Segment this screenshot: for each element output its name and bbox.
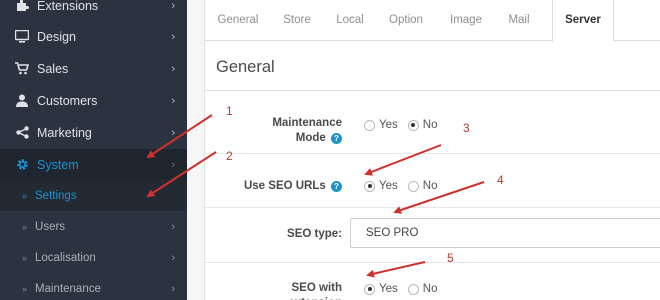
settings-panel: General Store Local Option Image Mail Se… [204, 0, 660, 300]
annotation-number-5: 5 [447, 251, 454, 265]
seo-urls-yes-option[interactable]: Yes [364, 180, 398, 192]
maintenance-yes-option[interactable]: Yes [364, 119, 398, 131]
sidebar-item-extensions[interactable]: Extensions › [0, 0, 187, 21]
row-divider [205, 153, 660, 154]
annotation-number-3: 3 [463, 121, 470, 135]
label-line: SEO with [291, 282, 342, 294]
chevron-right-icon: › [171, 251, 175, 264]
label-line: Maintenance [272, 117, 342, 129]
tab-general[interactable]: General [213, 0, 263, 41]
sidebar-item-label: Design [37, 29, 76, 44]
annotation-number-1: 1 [226, 104, 233, 118]
radio-label: Yes [379, 180, 398, 192]
seo-urls-no-option[interactable]: No [407, 180, 438, 192]
sidebar-item-label: Marketing [37, 125, 92, 140]
seo-with-no-option[interactable]: No [407, 283, 438, 295]
sidebar-subitem-users[interactable]: » Users › [0, 211, 187, 242]
row-divider [205, 207, 660, 208]
double-chevron-icon: » [22, 283, 28, 294]
puzzle-icon [13, 0, 31, 12]
sidebar-subitem-settings[interactable]: » Settings [0, 180, 187, 211]
label-text: Use SEO URLs [243, 180, 326, 192]
gear-icon [13, 158, 31, 171]
user-icon [13, 94, 31, 107]
chevron-right-icon: › [171, 62, 175, 75]
radio-label: Yes [379, 119, 398, 131]
radio-button[interactable] [364, 283, 375, 295]
radio-button[interactable] [407, 180, 419, 192]
row-divider [205, 262, 660, 263]
tab-mail[interactable]: Mail [500, 0, 538, 41]
sidebar: Extensions › Design › Sales › Customers … [0, 0, 187, 300]
seo-with-extension-label: SEO with extension [225, 281, 342, 300]
radio-label: No [422, 180, 438, 192]
annotation-number-4: 4 [497, 173, 504, 187]
sidebar-item-label: Customers [37, 93, 98, 108]
sidebar-subitem-maintenance[interactable]: » Maintenance › [0, 273, 187, 300]
seo-type-select[interactable]: SEO PRO [350, 218, 660, 248]
radio-button[interactable] [364, 180, 375, 192]
chevron-right-icon: › [171, 0, 175, 12]
tab-option[interactable]: Option [381, 0, 431, 41]
chevron-right-icon: › [171, 220, 175, 233]
chevron-right-icon: › [171, 282, 175, 295]
sidebar-subitem-label: Users [35, 220, 66, 233]
radio-label: No [422, 119, 438, 131]
tab-server[interactable]: Server [552, 0, 614, 42]
monitor-icon [13, 30, 31, 43]
radio-button[interactable] [407, 119, 419, 131]
use-seo-urls-radios: Yes No [364, 180, 447, 192]
share-icon [13, 126, 31, 139]
double-chevron-icon: » [22, 190, 28, 201]
sidebar-item-label: Sales [37, 61, 69, 76]
help-icon[interactable]: ? [331, 133, 342, 144]
chevron-right-icon: › [171, 126, 175, 139]
chevron-right-icon: › [171, 30, 175, 43]
sidebar-item-sales[interactable]: Sales › [0, 53, 187, 84]
maintenance-no-option[interactable]: No [407, 119, 438, 131]
sidebar-item-marketing[interactable]: Marketing › [0, 117, 187, 148]
radio-button[interactable] [407, 283, 419, 295]
tab-image[interactable]: Image [443, 0, 489, 41]
help-icon[interactable]: ? [331, 181, 342, 192]
annotation-number-2: 2 [226, 149, 233, 163]
sidebar-item-label: Extensions [37, 0, 99, 13]
sidebar-item-design[interactable]: Design › [0, 21, 187, 52]
radio-button[interactable] [364, 119, 375, 131]
maintenance-mode-label: Maintenance Mode ? [225, 116, 342, 146]
sidebar-item-system[interactable]: System › [0, 149, 187, 180]
label-line: Mode [295, 132, 326, 144]
tab-bar: General Store Local Option Image Mail Se… [205, 0, 660, 42]
double-chevron-icon: » [22, 252, 28, 263]
chevron-right-icon: › [171, 158, 175, 171]
sidebar-subitem-localisation[interactable]: » Localisation › [0, 242, 187, 273]
tab-local[interactable]: Local [330, 0, 370, 41]
sidebar-item-customers[interactable]: Customers › [0, 85, 187, 116]
section-title: General [216, 58, 275, 76]
section-divider [205, 90, 660, 91]
double-chevron-icon: » [22, 221, 28, 232]
seo-with-extension-radios: Yes No [364, 283, 447, 295]
use-seo-urls-label: Use SEO URLs ? [225, 179, 342, 194]
seo-with-yes-option[interactable]: Yes [364, 283, 398, 295]
cart-icon [13, 62, 31, 75]
chevron-right-icon: › [171, 94, 175, 107]
sidebar-subitem-label: Localisation [35, 251, 96, 264]
main-area: General Store Local Option Image Mail Se… [187, 0, 660, 300]
radio-label: Yes [379, 283, 398, 295]
sidebar-subitem-label: Settings [35, 189, 77, 202]
maintenance-mode-radios: Yes No [364, 119, 447, 131]
sidebar-subitem-label: Maintenance [35, 282, 101, 295]
seo-type-label: SEO type: [287, 228, 342, 240]
label-line: extension [225, 296, 342, 300]
tab-store[interactable]: Store [277, 0, 317, 41]
sidebar-item-label: System [37, 157, 79, 172]
radio-label: No [422, 283, 438, 295]
